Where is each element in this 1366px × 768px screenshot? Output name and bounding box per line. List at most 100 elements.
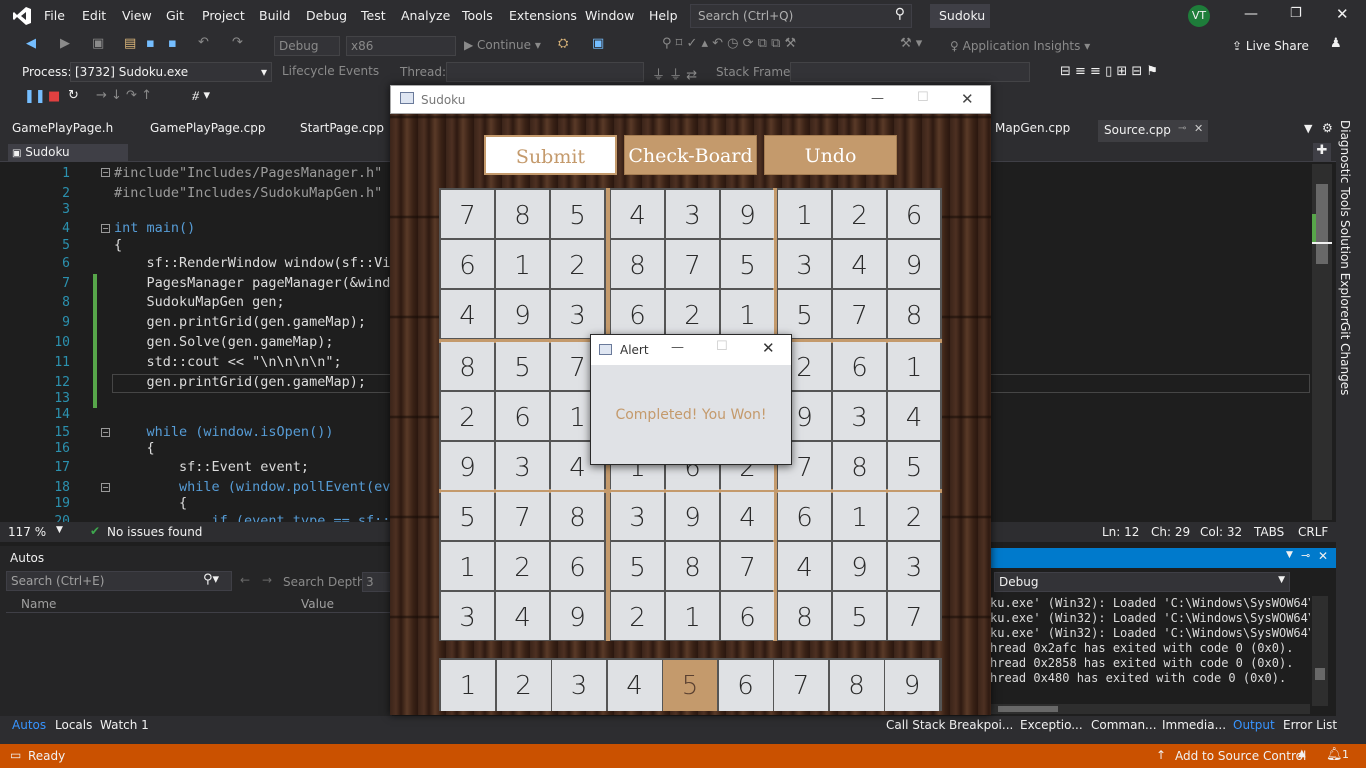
stack-frame-select[interactable] (790, 62, 1030, 82)
line-ending[interactable]: CRLF (1298, 525, 1328, 539)
board-cell[interactable]: 5 (611, 542, 664, 590)
menu-file[interactable]: File (44, 8, 65, 23)
board-cell[interactable]: 1 (721, 290, 774, 338)
board-cell[interactable]: 6 (611, 290, 664, 338)
sudoku-close-icon[interactable]: ✕ (961, 90, 974, 108)
board-cell[interactable]: 5 (551, 190, 604, 238)
board-cell[interactable]: 9 (666, 492, 719, 540)
platform-select[interactable]: x86 (346, 36, 456, 56)
board-cell[interactable]: 3 (441, 592, 494, 640)
board-cell[interactable]: 2 (666, 290, 719, 338)
back-icon[interactable]: ◀ (26, 36, 36, 51)
search-back-icon[interactable]: ← (240, 573, 250, 587)
settings-gear-icon[interactable]: ⚙ (1322, 121, 1333, 135)
undo-button[interactable]: Undo (764, 135, 897, 175)
board-cell[interactable]: 1 (666, 592, 719, 640)
bottom-tab-output[interactable]: Output (1233, 718, 1275, 732)
search-box[interactable]: Search (Ctrl+Q) ⚲ (690, 4, 912, 28)
palette-number[interactable]: 9 (885, 660, 939, 711)
palette-number[interactable]: 7 (774, 660, 828, 711)
board-cell[interactable]: 2 (496, 542, 549, 590)
zoom-dropdown-icon[interactable]: ▼ (56, 525, 63, 535)
line-number[interactable]: Ln: 12 (1102, 525, 1139, 539)
menu-debug[interactable]: Debug (306, 8, 347, 23)
tab-startpage-cpp[interactable]: StartPage.cpp (300, 121, 384, 135)
source-control-up-icon[interactable]: ▲ (1298, 748, 1306, 759)
alert-close-icon[interactable]: ✕ (762, 339, 775, 357)
menu-edit[interactable]: Edit (82, 8, 106, 23)
board-cell[interactable]: 9 (496, 290, 549, 338)
output-close-icon[interactable]: ✕ (1318, 549, 1328, 563)
search-depth-select[interactable]: 3 (362, 572, 392, 592)
board-cell[interactable]: 5 (833, 592, 886, 640)
output-source-select[interactable]: Debug ▼ (994, 572, 1290, 592)
open-folder-icon[interactable]: ▤ (124, 36, 136, 51)
board-cell[interactable]: 1 (778, 190, 831, 238)
menu-git[interactable]: Git (166, 8, 184, 23)
board-cell[interactable]: 3 (666, 190, 719, 238)
board-cell[interactable]: 8 (496, 190, 549, 238)
board-cell[interactable]: 1 (833, 492, 886, 540)
collapse-outline-icon[interactable]: − (101, 168, 110, 177)
board-cell[interactable]: 9 (551, 592, 604, 640)
board-cell[interactable]: 3 (833, 392, 886, 440)
alert-maximize-icon[interactable]: ☐ (716, 339, 728, 354)
col-number[interactable]: Col: 32 (1200, 525, 1242, 539)
palette-number[interactable]: 3 (552, 660, 606, 711)
board-cell[interactable]: 6 (441, 240, 494, 288)
side-tab-diagnostic-tools[interactable]: Diagnostic Tools (1338, 120, 1352, 217)
minimize-icon[interactable]: — (1244, 6, 1258, 22)
submit-button[interactable]: Submit (484, 135, 617, 175)
column-header-name[interactable]: Name (21, 597, 56, 611)
bottom-tab-autos[interactable]: Autos (12, 718, 46, 732)
save-icon[interactable]: ▪ (146, 36, 155, 51)
pin-icon[interactable]: ⊸ (1178, 123, 1186, 134)
board-cell[interactable]: 4 (721, 492, 774, 540)
application-insights-button[interactable]: ♀ Application Insights ▾ (950, 39, 1090, 53)
tools-icon[interactable]: ⚒ ▾ (900, 36, 922, 51)
output-dropdown-icon[interactable]: ▼ (1286, 550, 1293, 560)
side-tab-solution-explorer[interactable]: Solution Explorer (1338, 220, 1352, 323)
output-scrollbar[interactable] (1312, 596, 1328, 706)
visual-studio-logo[interactable] (12, 6, 32, 26)
bottom-tab-callstack[interactable]: Call Stack (886, 718, 945, 732)
palette-number[interactable]: 6 (718, 660, 773, 711)
lifecycle-events-select[interactable]: Lifecycle Events (278, 62, 390, 82)
output-hscrollbar-thumb[interactable] (998, 706, 1058, 712)
undo-icon[interactable]: ↶ (198, 35, 209, 50)
board-cell[interactable]: 8 (888, 290, 940, 338)
board-cell[interactable]: 4 (888, 392, 940, 440)
board-cell[interactable]: 2 (833, 190, 886, 238)
forward-icon[interactable]: ▶ (60, 36, 70, 51)
palette-number[interactable]: 8 (829, 660, 884, 711)
board-cell[interactable]: 9 (441, 442, 494, 490)
step-over-icon[interactable]: → ↓ ↷ ↑ (96, 88, 152, 103)
board-cell[interactable]: 3 (611, 492, 664, 540)
palette-number[interactable]: 4 (607, 660, 662, 711)
board-cell[interactable]: 3 (778, 240, 831, 288)
new-project-icon[interactable]: ▣ (92, 36, 104, 51)
continue-button[interactable]: ▶ Continue ▾ (464, 38, 541, 52)
board-cell[interactable]: 8 (666, 542, 719, 590)
autos-search-box[interactable]: Search (Ctrl+E) ⚲▾ (6, 571, 232, 591)
feedback-icon[interactable]: ♟ (1330, 36, 1342, 51)
autos-search-icon[interactable]: ⚲▾ (203, 572, 219, 587)
board-cell[interactable]: 6 (833, 342, 886, 390)
tab-mapgen-cpp[interactable]: MapGen.cpp (995, 121, 1070, 135)
search-forward-icon[interactable]: → (262, 573, 272, 587)
tab-close-icon[interactable]: ✕ (1194, 122, 1203, 135)
restore-icon[interactable]: ❐ (1290, 6, 1302, 21)
board-cell[interactable]: 5 (778, 290, 831, 338)
board-cell[interactable]: 6 (551, 542, 604, 590)
output-scrollbar-thumb[interactable] (1315, 668, 1325, 680)
board-cell[interactable]: 7 (496, 492, 549, 540)
board-cell[interactable]: 8 (551, 492, 604, 540)
palette-number[interactable]: 2 (496, 660, 551, 711)
board-cell[interactable]: 2 (441, 392, 494, 440)
issues-status[interactable]: No issues found (107, 525, 202, 539)
board-cell[interactable]: 6 (888, 190, 940, 238)
check-board-button[interactable]: Check-Board (624, 135, 757, 175)
user-avatar[interactable]: VT (1188, 5, 1210, 27)
board-cell[interactable]: 3 (551, 290, 604, 338)
bottom-tab-exceptio[interactable]: Exceptio... (1020, 718, 1083, 732)
